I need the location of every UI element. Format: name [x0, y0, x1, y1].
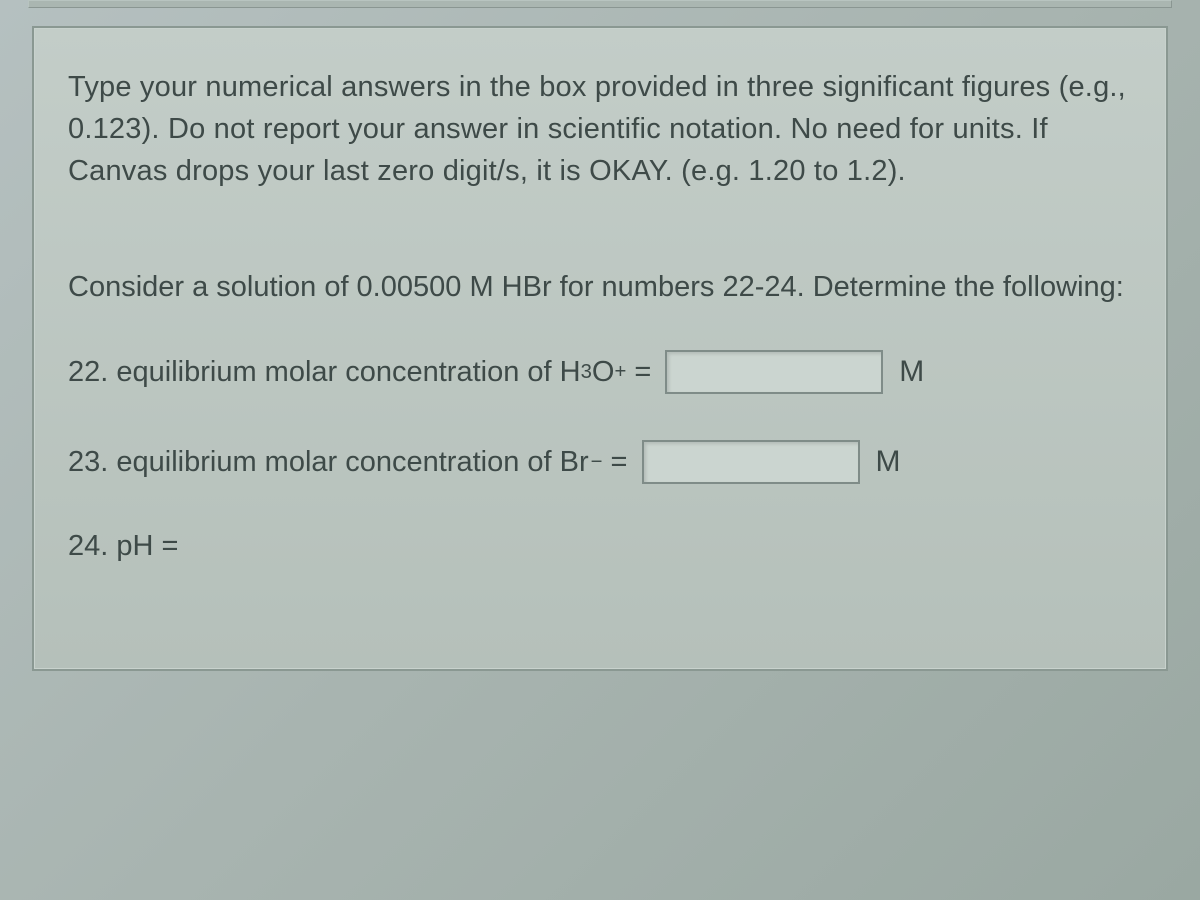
question-row-24: 24. pH =	[68, 530, 1132, 563]
top-divider	[28, 0, 1172, 8]
question-label: 24. pH =	[68, 530, 178, 563]
equals-sign: =	[626, 356, 651, 389]
answer-input-22[interactable]	[665, 350, 883, 394]
unit-label: M	[899, 355, 924, 389]
answer-input-23[interactable]	[642, 440, 860, 484]
unit-label: M	[876, 445, 901, 479]
instructions-text: Type your numerical answers in the box p…	[68, 66, 1132, 192]
problem-prompt: Consider a solution of 0.00500 M HBr for…	[68, 266, 1132, 308]
question-row-23: 23. equilibrium molar concentration of B…	[68, 440, 1132, 484]
formula-mid: O	[592, 356, 615, 389]
equals-sign: =	[603, 446, 628, 479]
question-row-22: 22. equilibrium molar concentration of H…	[68, 350, 1132, 394]
question-card: Type your numerical answers in the box p…	[32, 26, 1168, 671]
page-frame: Type your numerical answers in the box p…	[20, 0, 1180, 900]
question-label: 22. equilibrium molar concentration of H	[68, 356, 581, 389]
question-label: 23. equilibrium molar concentration of B…	[68, 446, 589, 479]
